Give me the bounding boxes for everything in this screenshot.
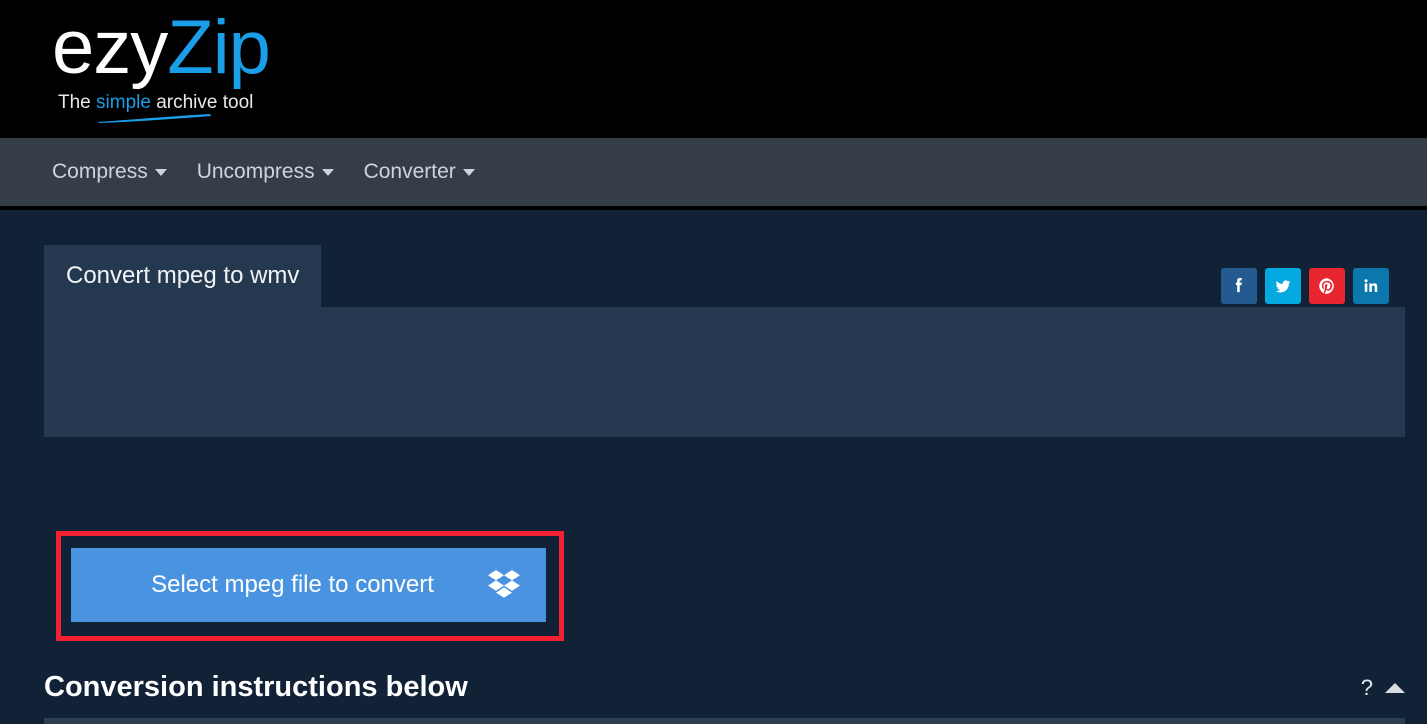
dropbox-icon[interactable] — [484, 570, 524, 600]
instructions-header: Conversion instructions below ? — [44, 671, 1405, 704]
instructions-title: Conversion instructions below — [44, 671, 468, 703]
tagline-suffix: archive tool — [150, 92, 254, 113]
chevron-down-icon — [321, 168, 334, 176]
nav-item-converter[interactable]: Converter — [364, 160, 475, 184]
main-navbar: Compress Uncompress Converter — [0, 138, 1427, 210]
chevron-down-icon — [154, 168, 167, 176]
site-header: ezyZip The simple archive tool — [0, 0, 1427, 138]
site-logo[interactable]: ezyZip The simple archive tool — [52, 5, 271, 123]
linkedin-icon — [1360, 275, 1382, 297]
tagline-prefix: The — [58, 92, 97, 113]
pinterest-icon — [1316, 275, 1338, 297]
main-content: Convert mpeg to wmv Select mpeg file to … — [0, 210, 1427, 724]
chevron-up-icon[interactable] — [1385, 682, 1405, 693]
chevron-down-icon — [462, 168, 475, 176]
converter-panel — [44, 307, 1405, 437]
share-button-facebook[interactable] — [1221, 268, 1257, 304]
nav-item-compress[interactable]: Compress — [52, 160, 167, 184]
tab-convert-mpeg-to-wmv[interactable]: Convert mpeg to wmv — [44, 245, 322, 307]
tagline-highlight: simple — [96, 92, 151, 113]
nav-item-converter-label: Converter — [363, 160, 456, 183]
facebook-icon — [1228, 275, 1250, 297]
site-tagline: The simple archive tool — [58, 92, 270, 123]
question-mark-icon[interactable]: ? — [1361, 676, 1373, 699]
instructions-divider — [44, 718, 1405, 724]
logo-secondary-text: Zip — [167, 5, 271, 90]
share-button-twitter[interactable] — [1265, 268, 1301, 304]
nav-item-uncompress[interactable]: Uncompress — [197, 160, 334, 184]
nav-item-compress-label: Compress — [52, 160, 148, 183]
twitter-icon — [1272, 275, 1294, 297]
nav-item-uncompress-label: Uncompress — [196, 160, 315, 183]
tab-strip: Convert mpeg to wmv — [44, 245, 322, 307]
share-button-pinterest[interactable] — [1309, 268, 1345, 304]
share-button-linkedin[interactable] — [1353, 268, 1389, 304]
select-file-button[interactable]: Select mpeg file to convert — [71, 548, 546, 622]
logo-text: ezyZip — [52, 5, 271, 90]
instructions-tools: ? — [1361, 676, 1405, 699]
tagline-underline-swoosh-icon — [98, 114, 216, 123]
logo-primary-text: ezy — [52, 5, 168, 90]
social-share-bar — [1221, 268, 1389, 304]
select-file-button-label: Select mpeg file to convert — [151, 571, 434, 598]
